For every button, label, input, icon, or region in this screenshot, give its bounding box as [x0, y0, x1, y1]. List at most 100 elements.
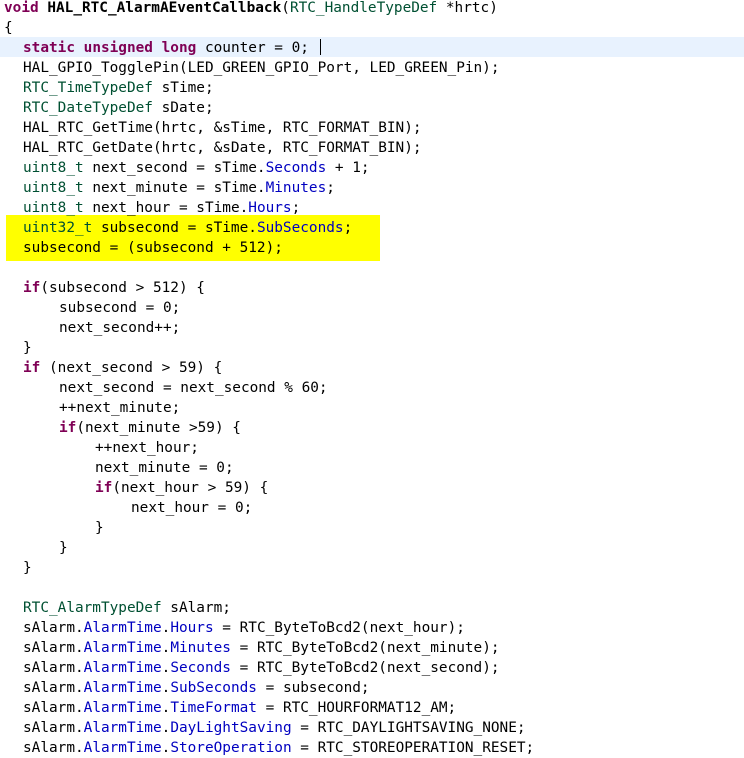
code-line[interactable]: if(next_hour > 59) {: [0, 478, 744, 498]
code-line[interactable]: uint8_t next_second = sTime.Seconds + 1;: [0, 158, 744, 178]
code-token: AlarmTime: [83, 680, 162, 696]
code-token: AlarmTime: [83, 700, 162, 716]
code-line[interactable]: [0, 578, 744, 598]
code-token: HAL_GPIO_TogglePin(LED_GREEN_GPIO_Port, …: [23, 60, 500, 76]
code-token: counter = 0;: [196, 40, 309, 56]
code-line[interactable]: if(subsecond > 512) {: [0, 278, 744, 298]
code-token: RTC_AlarmTypeDef: [23, 600, 162, 616]
code-line[interactable]: sAlarm.AlarmTime.Minutes = RTC_ByteToBcd…: [0, 638, 744, 658]
code-line[interactable]: RTC_AlarmTypeDef sAlarm;: [0, 598, 744, 618]
code-line[interactable]: uint32_t subsecond = sTime.SubSeconds;: [0, 218, 744, 238]
code-line[interactable]: sAlarm.AlarmTime.StoreOperation = RTC_ST…: [0, 738, 744, 758]
code-token: next_minute = 0;: [95, 460, 234, 476]
code-token: subsecond = (subsecond + 512);: [23, 240, 283, 256]
code-token: AlarmTime: [83, 740, 162, 756]
code-token: if: [23, 280, 41, 296]
code-editor[interactable]: void HAL_RTC_AlarmAEventCallback(RTC_Han…: [0, 0, 744, 758]
code-line[interactable]: }: [0, 538, 744, 558]
code-token: {: [4, 20, 13, 36]
code-token: RTC_HandleTypeDef: [289, 0, 438, 16]
code-token: .: [161, 680, 171, 696]
code-line[interactable]: sAlarm.AlarmTime.DayLightSaving = RTC_DA…: [0, 718, 744, 738]
code-token: Minutes: [265, 180, 327, 196]
code-token: TimeFormat: [170, 700, 257, 716]
code-token: next_second = next_second % 60;: [59, 380, 328, 396]
code-token: next_minute = sTime.: [83, 180, 266, 196]
code-token: = RTC_ByteToBcd2(next_hour);: [213, 620, 465, 636]
code-token: uint8_t: [23, 180, 84, 196]
code-line[interactable]: RTC_DateTypeDef sDate;: [0, 98, 744, 118]
code-token: Seconds: [170, 660, 231, 676]
code-line[interactable]: next_hour = 0;: [0, 498, 744, 518]
code-line[interactable]: next_minute = 0;: [0, 458, 744, 478]
code-line[interactable]: subsecond = (subsecond + 512);: [0, 238, 744, 258]
code-token: (next_hour > 59) {: [112, 480, 269, 496]
code-line[interactable]: if(next_minute >59) {: [0, 418, 744, 438]
code-line[interactable]: }: [0, 558, 744, 578]
text-cursor: [320, 39, 321, 55]
code-line[interactable]: sAlarm.AlarmTime.TimeFormat = RTC_HOURFO…: [0, 698, 744, 718]
code-token: if: [23, 360, 41, 376]
code-line[interactable]: next_second = next_second % 60;: [0, 378, 744, 398]
code-line[interactable]: HAL_RTC_GetDate(hrtc, &sDate, RTC_FORMAT…: [0, 138, 744, 158]
code-token: RTC_TimeTypeDef: [23, 80, 153, 96]
code-token: sAlarm.: [23, 680, 84, 696]
code-line[interactable]: HAL_RTC_GetTime(hrtc, &sTime, RTC_FORMAT…: [0, 118, 744, 138]
code-token: .: [161, 720, 171, 736]
code-token: if: [95, 480, 113, 496]
code-line[interactable]: ++next_minute;: [0, 398, 744, 418]
code-token: AlarmTime: [83, 620, 162, 636]
code-line[interactable]: ++next_hour;: [0, 438, 744, 458]
code-token: uint32_t: [23, 220, 93, 236]
code-token: subsecond = 0;: [59, 300, 181, 316]
code-line[interactable]: sAlarm.AlarmTime.Hours = RTC_ByteToBcd2(…: [0, 618, 744, 638]
code-line[interactable]: uint8_t next_hour = sTime.Hours;: [0, 198, 744, 218]
code-line[interactable]: {: [0, 18, 744, 38]
code-line[interactable]: sAlarm.AlarmTime.SubSeconds = subsecond;: [0, 678, 744, 698]
code-line[interactable]: if (next_second > 59) {: [0, 358, 744, 378]
code-line[interactable]: sAlarm.AlarmTime.Seconds = RTC_ByteToBcd…: [0, 658, 744, 678]
code-token: SubSeconds: [256, 220, 344, 236]
code-token: unsigned: [83, 40, 153, 56]
code-line[interactable]: RTC_TimeTypeDef sTime;: [0, 78, 744, 98]
code-token: (subsecond > 512) {: [40, 280, 205, 296]
code-line[interactable]: }: [0, 338, 744, 358]
code-token: }: [95, 520, 104, 536]
code-token: next_second = sTime.: [83, 160, 266, 176]
code-token: HAL_RTC_GetDate(hrtc, &sDate, RTC_FORMAT…: [23, 140, 422, 156]
code-line[interactable]: uint8_t next_minute = sTime.Minutes;: [0, 178, 744, 198]
code-token: .: [161, 640, 171, 656]
code-token: + 1;: [326, 160, 370, 176]
code-token: void: [4, 0, 39, 16]
code-token: = RTC_ByteToBcd2(next_second);: [230, 660, 500, 676]
code-line[interactable]: void HAL_RTC_AlarmAEventCallback(RTC_Han…: [0, 0, 744, 18]
code-token: .: [161, 620, 171, 636]
code-line[interactable]: }: [0, 518, 744, 538]
code-token: if: [59, 420, 77, 436]
code-token: static: [23, 40, 75, 56]
code-token: .: [161, 740, 171, 756]
code-line[interactable]: subsecond = 0;: [0, 298, 744, 318]
code-token: SubSeconds: [170, 680, 257, 696]
code-token: RTC_DateTypeDef: [23, 100, 153, 116]
code-token: ++next_hour;: [95, 440, 199, 456]
code-token: sAlarm.: [23, 640, 84, 656]
code-token: = subsecond;: [256, 680, 370, 696]
code-token: (next_second > 59) {: [40, 360, 223, 376]
code-token: uint8_t: [23, 160, 84, 176]
code-line[interactable]: HAL_GPIO_TogglePin(LED_GREEN_GPIO_Port, …: [0, 58, 744, 78]
code-token: AlarmTime: [83, 720, 162, 736]
code-token: = RTC_DAYLIGHTSAVING_NONE;: [291, 720, 526, 736]
code-token: .: [161, 660, 171, 676]
code-token: next_second++;: [59, 320, 181, 336]
code-token: ;: [326, 180, 335, 196]
code-line[interactable]: static unsigned long counter = 0;: [0, 38, 744, 58]
code-token: Hours: [170, 620, 214, 636]
code-token: AlarmTime: [83, 640, 162, 656]
code-token: = RTC_ByteToBcd2(next_minute);: [230, 640, 500, 656]
code-line[interactable]: [0, 258, 744, 278]
code-line[interactable]: next_second++;: [0, 318, 744, 338]
code-token: sAlarm;: [161, 600, 231, 616]
code-token: sTime;: [152, 80, 214, 96]
